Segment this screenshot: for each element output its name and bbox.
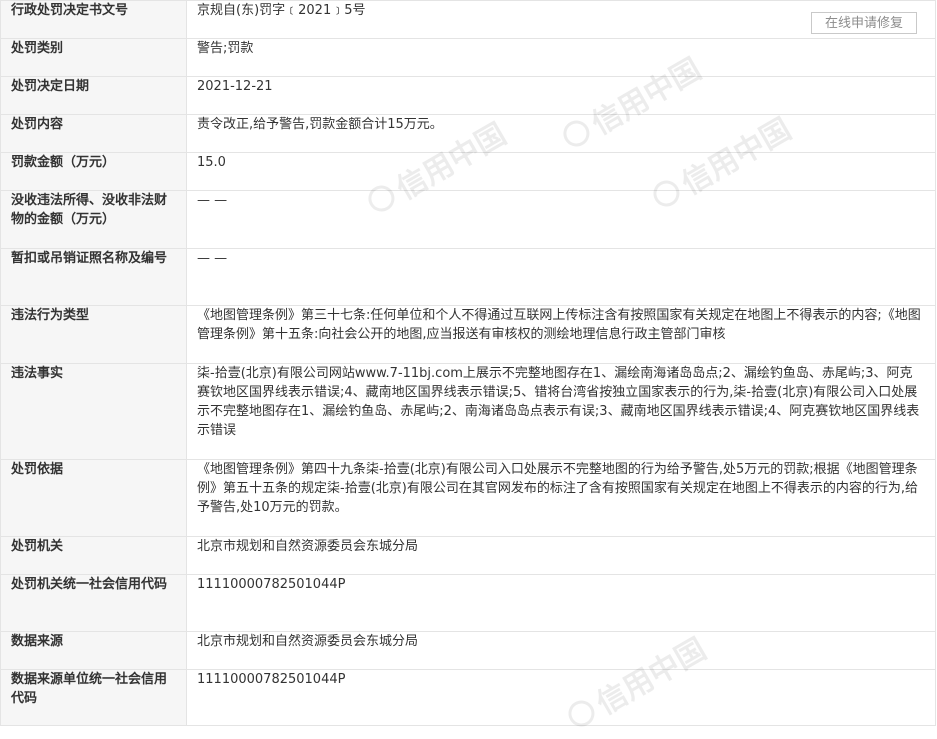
row-value: 2021-12-21 [186,76,936,115]
online-repair-button[interactable]: 在线申请修复 [811,12,917,34]
row-value: 北京市规划和自然资源委员会东城分局 [186,631,936,670]
table-row: 罚款金额（万元） 15.0 [0,152,936,191]
penalty-detail-page: 行政处罚决定书文号 京规自(东)罚字﹝2021﹞5号 在线申请修复 处罚类别 警… [0,0,937,732]
table-row: 违法事实 柒-拾壹(北京)有限公司网站www.7-11bj.com上展示不完整地… [0,363,936,460]
table-row: 行政处罚决定书文号 京规自(东)罚字﹝2021﹞5号 在线申请修复 [0,0,936,39]
row-label: 行政处罚决定书文号 [0,0,187,39]
row-value: 警告;罚款 [186,38,936,77]
row-label: 数据来源单位统一社会信用代码 [0,669,187,726]
row-label: 处罚依据 [0,459,187,537]
row-value: 15.0 [186,152,936,191]
table-row: 没收违法所得、没收非法财物的金额（万元） — — [0,190,936,249]
row-label: 处罚机关 [0,536,187,575]
table-row: 数据来源 北京市规划和自然资源委员会东城分局 [0,631,936,670]
table-row: 违法行为类型 《地图管理条例》第三十七条:任何单位和个人不得通过互联网上传标注含… [0,305,936,364]
row-value: 责令改正,给予警告,罚款金额合计15万元。 [186,114,936,153]
table-row: 处罚依据 《地图管理条例》第四十九条柒-拾壹(北京)有限公司入口处展示不完整地图… [0,459,936,537]
table-row: 暂扣或吊销证照名称及编号 — — [0,248,936,306]
row-label: 处罚内容 [0,114,187,153]
table-row: 处罚机关 北京市规划和自然资源委员会东城分局 [0,536,936,575]
row-value: — — [186,190,936,249]
row-value: — — [186,248,936,306]
row-value: 京规自(东)罚字﹝2021﹞5号 在线申请修复 [186,0,936,39]
row-label: 处罚决定日期 [0,76,187,115]
row-value: 11110000782501044P [186,669,936,726]
row-value: 柒-拾壹(北京)有限公司网站www.7-11bj.com上展示不完整地图存在1、… [186,363,936,460]
row-label: 处罚类别 [0,38,187,77]
row-value: 北京市规划和自然资源委员会东城分局 [186,536,936,575]
penalty-info-table: 行政处罚决定书文号 京规自(东)罚字﹝2021﹞5号 在线申请修复 处罚类别 警… [0,0,936,726]
row-label: 处罚机关统一社会信用代码 [0,574,187,632]
table-row: 处罚决定日期 2021-12-21 [0,76,936,115]
row-label: 罚款金额（万元） [0,152,187,191]
row-label: 违法事实 [0,363,187,460]
row-label: 违法行为类型 [0,305,187,364]
decision-number-value: 京规自(东)罚字﹝2021﹞5号 [197,3,366,18]
table-row: 数据来源单位统一社会信用代码 11110000782501044P [0,669,936,726]
row-label: 没收违法所得、没收非法财物的金额（万元） [0,190,187,249]
table-row: 处罚机关统一社会信用代码 11110000782501044P [0,574,936,632]
table-row: 处罚类别 警告;罚款 [0,38,936,77]
row-value: 《地图管理条例》第三十七条:任何单位和个人不得通过互联网上传标注含有按照国家有关… [186,305,936,364]
row-label: 暂扣或吊销证照名称及编号 [0,248,187,306]
row-label: 数据来源 [0,631,187,670]
row-value: 《地图管理条例》第四十九条柒-拾壹(北京)有限公司入口处展示不完整地图的行为给予… [186,459,936,537]
row-value: 11110000782501044P [186,574,936,632]
table-row: 处罚内容 责令改正,给予警告,罚款金额合计15万元。 [0,114,936,153]
